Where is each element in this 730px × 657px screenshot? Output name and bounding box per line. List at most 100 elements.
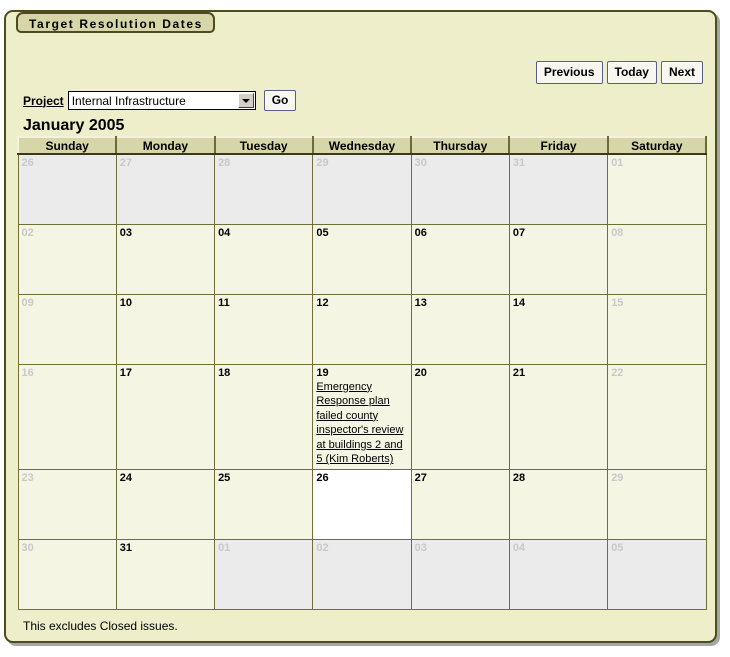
calendar-day-cell[interactable]: 29: [312, 153, 412, 225]
day-number: 26: [316, 472, 329, 485]
calendar-day-cell[interactable]: 07: [508, 223, 609, 295]
calendar-day-cell[interactable]: 17: [115, 363, 216, 471]
day-number: 05: [611, 542, 624, 555]
calendar-day-cell[interactable]: 16: [17, 363, 117, 471]
calendar-day-cell[interactable]: 26: [312, 469, 412, 541]
calendar-header-row: Sunday Monday Tuesday Wednesday Thursday Frid…: [16, 136, 708, 155]
calendar-day-cell[interactable]: 08: [607, 223, 707, 295]
calendar-day-cell[interactable]: 21: [508, 363, 609, 471]
day-number: 02: [316, 542, 329, 555]
calendar-day-cell[interactable]: 25: [214, 469, 314, 541]
calendar-day-cell[interactable]: 28: [214, 153, 314, 225]
weekday-header-monday: Monday: [115, 136, 216, 155]
day-number: 04: [512, 542, 526, 555]
calendar-week-row: 23 24 25 26 27 28 29: [17, 469, 707, 541]
project-select[interactable]: Internal Infrastructure: [67, 91, 256, 110]
calendar-day-cell[interactable]: 01: [214, 539, 314, 611]
go-button[interactable]: Go: [263, 90, 297, 111]
calendar-day-cell[interactable]: 05: [312, 223, 412, 295]
chevron-down-icon[interactable]: [237, 93, 254, 108]
calendar-day-cell[interactable]: 10: [115, 293, 216, 365]
weekday-header-thursday: Thursday: [410, 136, 511, 155]
calendar-day-cell[interactable]: 20: [410, 363, 510, 471]
calendar-day-cell[interactable]: 02: [17, 223, 117, 295]
calendar-day-cell[interactable]: 23: [17, 469, 117, 541]
weekday-header-wednesday: Wednesday: [311, 136, 413, 155]
calendar-day-cell[interactable]: 31: [115, 539, 216, 611]
day-number: 02: [21, 226, 34, 239]
day-number: 20: [414, 366, 427, 379]
day-number: 31: [119, 542, 133, 555]
calendar-day-cell[interactable]: 11: [214, 293, 314, 365]
calendar-day-cell[interactable]: 12: [312, 293, 412, 365]
calendar-day-cell[interactable]: 19 Emergency Response plan failed county …: [312, 363, 412, 471]
calendar-day-cell[interactable]: 04: [214, 223, 314, 295]
month-title: January 2005: [23, 117, 125, 134]
calendar-day-cell[interactable]: 04: [508, 539, 609, 611]
calendar-day-cell[interactable]: 29: [607, 469, 707, 541]
calendar-event-link[interactable]: Emergency Response plan failed county in…: [316, 380, 407, 468]
day-number: 05: [316, 226, 329, 239]
target-resolution-dates-panel: Target Resolution Dates Previous Today N…: [4, 10, 717, 643]
day-number: 12: [316, 296, 329, 309]
calendar-day-cell[interactable]: 30: [17, 539, 117, 611]
day-number: 04: [218, 226, 231, 239]
day-number: 31: [512, 157, 526, 169]
project-label[interactable]: Project: [23, 94, 64, 108]
footnote: This excludes Closed issues.: [23, 619, 178, 633]
panel-body: Previous Today Next Project Internal Inf…: [6, 31, 715, 641]
day-number: 14: [512, 296, 526, 309]
calendar-body: 26 27 28 29 30 31 01 02 03 04 05 06 07 08 09 10 11 12 13 14…: [17, 153, 707, 611]
day-number: 18: [218, 366, 231, 379]
day-number: 08: [611, 226, 624, 239]
calendar-day-cell[interactable]: 09: [17, 293, 117, 365]
day-number: 28: [512, 472, 526, 485]
calendar-day-cell[interactable]: 27: [115, 153, 216, 225]
day-number: 15: [611, 296, 624, 309]
calendar-day-cell[interactable]: 05: [607, 539, 707, 611]
calendar-day-cell[interactable]: 01: [607, 153, 707, 225]
calendar-day-cell[interactable]: 31: [508, 153, 609, 225]
day-number: 27: [414, 472, 427, 485]
calendar-day-cell[interactable]: 03: [115, 223, 216, 295]
day-number: 01: [611, 157, 624, 169]
day-number: 03: [414, 542, 427, 555]
calendar-day-cell[interactable]: 27: [410, 469, 510, 541]
calendar-page: Target Resolution Dates Previous Today N…: [0, 0, 730, 657]
day-number: 16: [21, 366, 34, 379]
calendar-day-cell[interactable]: 26: [17, 153, 117, 225]
calendar-week-row: 16 17 18 19 Emergency Response plan failed c…: [17, 363, 707, 471]
calendar-day-cell[interactable]: 15: [607, 293, 707, 365]
calendar-grid: Sunday Monday Tuesday Wednesday Thursday Frid…: [16, 136, 708, 611]
calendar-week-row: 02 03 04 05 06 07 08: [17, 223, 707, 295]
day-number: 07: [512, 226, 526, 239]
day-number: 03: [119, 226, 133, 239]
calendar-day-cell[interactable]: 24: [115, 469, 216, 541]
calendar-day-cell[interactable]: 13: [410, 293, 510, 365]
calendar-week-row: 09 10 11 12 13 14 15: [17, 293, 707, 365]
calendar-day-cell[interactable]: 22: [607, 363, 707, 471]
day-number: 29: [611, 472, 624, 485]
calendar-day-cell[interactable]: 02: [312, 539, 412, 611]
next-button[interactable]: Next: [660, 61, 703, 84]
day-number: 06: [414, 226, 427, 239]
day-number: 11: [218, 296, 230, 309]
today-button[interactable]: Today: [606, 61, 657, 84]
day-number: 19: [316, 366, 329, 379]
calendar-day-cell[interactable]: 28: [508, 469, 609, 541]
project-select-value: Internal Infrastructure: [71, 93, 186, 108]
calendar-day-cell[interactable]: 14: [508, 293, 609, 365]
calendar-day-cell[interactable]: 06: [410, 223, 510, 295]
calendar-week-row: 26 27 28 29 30 31 01: [17, 153, 707, 225]
day-number: 09: [21, 296, 34, 309]
day-number: 23: [21, 472, 34, 485]
panel-tab-title: Target Resolution Dates: [16, 12, 215, 33]
calendar-day-cell[interactable]: 18: [214, 363, 314, 471]
weekday-header-tuesday: Tuesday: [213, 136, 314, 155]
calendar-day-cell[interactable]: 03: [410, 539, 510, 611]
weekday-header-sunday: Sunday: [16, 136, 118, 155]
calendar-day-cell[interactable]: 30: [410, 153, 510, 225]
previous-button[interactable]: Previous: [535, 61, 603, 84]
project-filter-row: Project Internal Infrastructure Go: [23, 90, 297, 111]
day-number: 01: [218, 542, 231, 555]
